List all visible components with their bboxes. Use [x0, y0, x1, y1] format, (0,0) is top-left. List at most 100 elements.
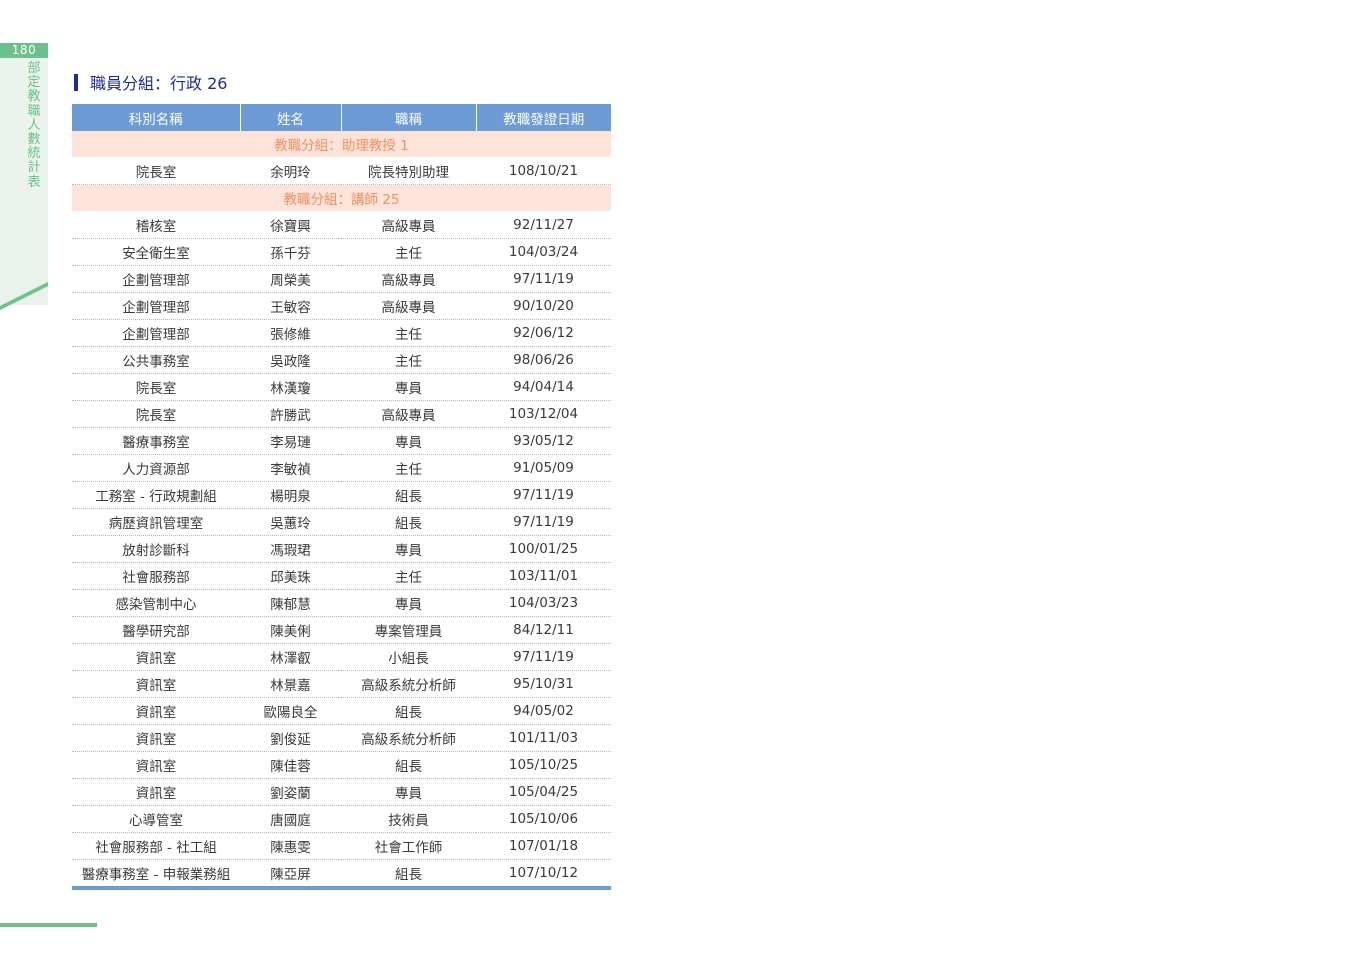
table-row: 院長室 林漢瓊 專員 94/04/14: [72, 373, 611, 401]
cell-name: 邱美珠: [240, 562, 341, 590]
cell-title: 專員: [341, 535, 476, 563]
cell-name: 林景嘉: [240, 670, 341, 698]
cell-name: 許勝武: [240, 400, 341, 428]
cell-department: 資訊室: [72, 697, 240, 725]
cell-name: 徐寶興: [240, 211, 341, 239]
cell-title: 組長: [341, 697, 476, 725]
cell-title: 組長: [341, 859, 476, 890]
cell-name: 楊明泉: [240, 481, 341, 509]
cell-department: 院長室: [72, 400, 240, 428]
cell-date: 107/01/18: [476, 832, 611, 860]
cell-name: 吳蕙玲: [240, 508, 341, 536]
cell-name: 馮瑕珺: [240, 535, 341, 563]
cell-date: 103/12/04: [476, 400, 611, 428]
cell-title: 技術員: [341, 805, 476, 833]
side-diagonal-accent: [0, 268, 60, 318]
cell-title: 組長: [341, 481, 476, 509]
cell-date: 105/10/06: [476, 805, 611, 833]
cell-date: 90/10/20: [476, 292, 611, 320]
cell-date: 93/05/12: [476, 427, 611, 455]
cell-name: 陳惠雯: [240, 832, 341, 860]
cell-title: 專員: [341, 427, 476, 455]
table-row: 醫療事務室 李易璉 專員 93/05/12: [72, 427, 611, 455]
table-header-row: 科別名稱 姓名 職稱 教職發證日期: [72, 104, 611, 131]
table-row: 公共事務室 吳政隆 主任 98/06/26: [72, 346, 611, 374]
cell-date: 105/10/25: [476, 751, 611, 779]
group-label: 教職分組：助理教授 1: [72, 131, 611, 158]
cell-title: 主任: [341, 346, 476, 374]
cell-date: 95/10/31: [476, 670, 611, 698]
cell-department: 院長室: [72, 373, 240, 401]
cell-department: 工務室 - 行政規劃組: [72, 481, 240, 509]
cell-name: 陳郁慧: [240, 589, 341, 617]
page-number: 180: [0, 43, 48, 58]
cell-date: 105/04/25: [476, 778, 611, 806]
cell-title: 小組長: [341, 643, 476, 671]
cell-date: 104/03/24: [476, 238, 611, 266]
table-row: 醫療事務室 - 申報業務組 陳亞屏 組長 107/10/12: [72, 859, 611, 890]
cell-department: 人力資源部: [72, 454, 240, 482]
cell-title: 專員: [341, 373, 476, 401]
cell-name: 陳佳蓉: [240, 751, 341, 779]
cell-date: 97/11/19: [476, 508, 611, 536]
cell-department: 社會服務部: [72, 562, 240, 590]
cell-date: 97/11/19: [476, 481, 611, 509]
cell-name: 李敏禎: [240, 454, 341, 482]
cell-department: 公共事務室: [72, 346, 240, 374]
table-row: 院長室 許勝武 高級專員 103/12/04: [72, 400, 611, 428]
cell-department: 院長室: [72, 157, 240, 185]
cell-name: 劉姿蘭: [240, 778, 341, 806]
header-department: 科別名稱: [72, 104, 241, 131]
table-body: 教職分組：助理教授 1 院長室 余明玲 院長特別助理 108/10/21 教職分組：講師 …: [72, 131, 611, 890]
cell-date: 107/10/12: [476, 859, 611, 890]
cell-department: 病歷資訊管理室: [72, 508, 240, 536]
cell-date: 92/11/27: [476, 211, 611, 239]
cell-title: 組長: [341, 508, 476, 536]
cell-department: 資訊室: [72, 751, 240, 779]
table-row: 工務室 - 行政規劃組 楊明泉 組長 97/11/19: [72, 481, 611, 509]
cell-title: 高級專員: [341, 211, 476, 239]
cell-title: 主任: [341, 319, 476, 347]
table-row: 資訊室 林景嘉 高級系統分析師 95/10/31: [72, 670, 611, 698]
cell-title: 高級專員: [341, 265, 476, 293]
cell-title: 專員: [341, 589, 476, 617]
group-row: 教職分組：講師 25: [72, 184, 611, 212]
table-row: 資訊室 劉俊延 高級系統分析師 101/11/03: [72, 724, 611, 752]
bottom-accent-bar: [0, 923, 97, 927]
table-row: 醫學研究部 陳美俐 專案管理員 84/12/11: [72, 616, 611, 644]
section-heading: 職員分組：行政 26: [74, 71, 227, 93]
cell-date: 91/05/09: [476, 454, 611, 482]
cell-department: 醫學研究部: [72, 616, 240, 644]
cell-name: 唐國庭: [240, 805, 341, 833]
cell-date: 101/11/03: [476, 724, 611, 752]
cell-title: 主任: [341, 454, 476, 482]
section-title-vertical: 部定教職人數統計表: [27, 61, 41, 190]
cell-date: 84/12/11: [476, 616, 611, 644]
table-row: 安全衛生室 孫千芬 主任 104/03/24: [72, 238, 611, 266]
table-row: 稽核室 徐寶興 高級專員 92/11/27: [72, 211, 611, 239]
cell-department: 企劃管理部: [72, 292, 240, 320]
staff-table: 科別名稱 姓名 職稱 教職發證日期 教職分組：助理教授 1 院長室 余明玲 院長特別助…: [72, 104, 611, 890]
cell-name: 孫千芬: [240, 238, 341, 266]
cell-name: 陳亞屏: [240, 859, 341, 890]
cell-date: 97/11/19: [476, 265, 611, 293]
cell-department: 放射診斷科: [72, 535, 240, 563]
cell-title: 專員: [341, 778, 476, 806]
table-row: 人力資源部 李敏禎 主任 91/05/09: [72, 454, 611, 482]
cell-title: 組長: [341, 751, 476, 779]
cell-date: 94/04/14: [476, 373, 611, 401]
cell-date: 92/06/12: [476, 319, 611, 347]
cell-title: 專案管理員: [341, 616, 476, 644]
cell-name: 林漢瓊: [240, 373, 341, 401]
cell-name: 王敏容: [240, 292, 341, 320]
cell-name: 陳美俐: [240, 616, 341, 644]
cell-department: 資訊室: [72, 670, 240, 698]
table-row: 病歷資訊管理室 吳蕙玲 組長 97/11/19: [72, 508, 611, 536]
cell-title: 社會工作師: [341, 832, 476, 860]
cell-date: 104/03/23: [476, 589, 611, 617]
cell-department: 社會服務部 - 社工組: [72, 832, 240, 860]
table-row: 企劃管理部 張修維 主任 92/06/12: [72, 319, 611, 347]
cell-department: 醫療事務室: [72, 427, 240, 455]
group-row: 教職分組：助理教授 1: [72, 131, 611, 158]
table-row: 資訊室 林澤叡 小組長 97/11/19: [72, 643, 611, 671]
